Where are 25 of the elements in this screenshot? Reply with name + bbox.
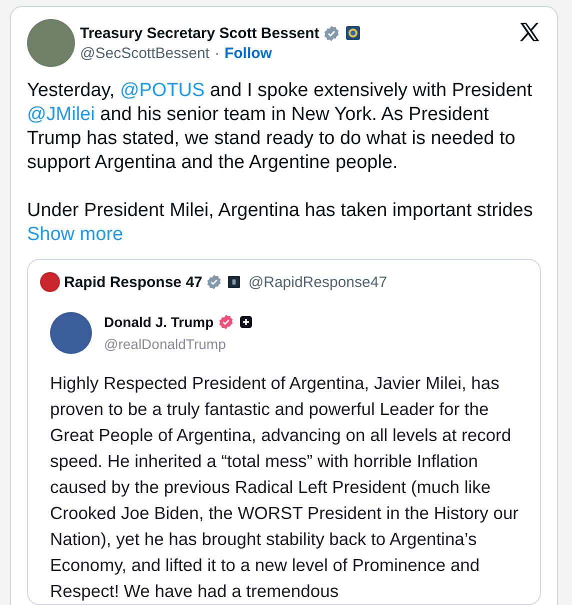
avatar-photo-placeholder — [40, 272, 60, 292]
quoted-author-name: Rapid Response 47 — [64, 274, 202, 290]
author-name[interactable]: Treasury Secretary Scott Bessent — [80, 24, 320, 42]
seal-icon — [346, 26, 360, 40]
mention-link[interactable]: @JMilei — [27, 104, 95, 125]
post-text: Yesterday, @POTUS and I spoke extensively with President @JMilei and his senior team in New York. As President Trump has stated, we stand ready to do what is needed to support Argentina and the Argentine people. — [27, 79, 534, 175]
verified-badge-icon — [323, 24, 340, 42]
mention-link[interactable]: Show more — [27, 224, 124, 245]
mention-link[interactable]: @POTUS — [120, 80, 205, 101]
avatar-photo-placeholder — [27, 19, 75, 67]
author-handle[interactable]: @SecScottBessent — [80, 44, 210, 62]
emblem-icon — [228, 276, 240, 288]
avatar-photo-placeholder — [50, 312, 92, 354]
plus-icon — [240, 316, 252, 328]
verified-badge-icon — [218, 314, 234, 330]
separator: · — [214, 44, 220, 62]
quoted-author-handle: @RapidResponse47 — [248, 274, 388, 290]
post-text: Under President Milei, Argentina has taken important strides Show more — [27, 199, 534, 247]
x-logo-icon[interactable] — [518, 21, 541, 43]
verified-badge-icon — [206, 274, 222, 290]
follow-link[interactable]: Follow — [224, 44, 272, 62]
quoted-post-card[interactable] — [27, 259, 541, 605]
truth-post-text: Highly Respected President of Argentina, Javier Milei, has proven to be a truly fantastic and powerful Leader for the Great People of Argentina, advancing on all levels at record speed. He inherited a “total mess” with horrible Inflation caused by the previous Radical Left President (much like Crooked Joe Biden, the WORST President in the History our Nation), yet he has brought stability back to Argentina’s Economy, and lifted it to a new level of Prominence and Respect! We have had a tremendous — [50, 372, 520, 603]
truth-author-handle: @realDonaldTrump — [104, 336, 227, 352]
truth-author-name: Donald J. Trump — [104, 314, 214, 330]
